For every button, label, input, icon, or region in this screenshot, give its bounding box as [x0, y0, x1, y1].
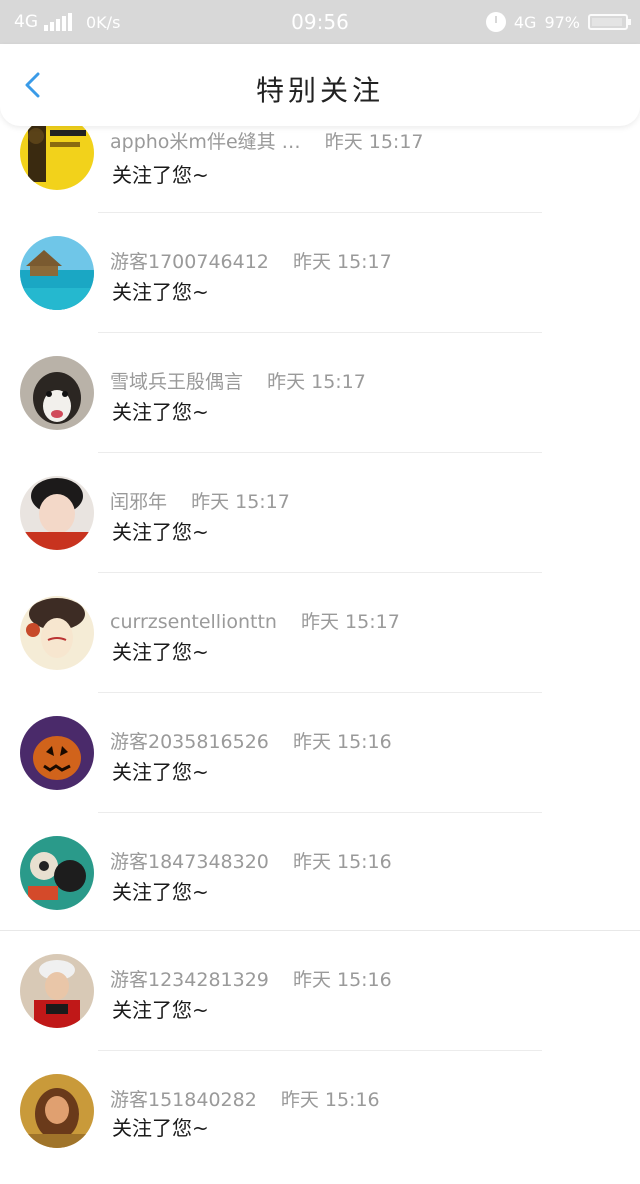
follow-time: 昨天 15:17: [191, 491, 290, 513]
item-meta: 游客1234281329 昨天 15:16: [110, 965, 392, 992]
list-item[interactable]: 雪域兵王殷偶言 昨天 15:17 关注了您~: [0, 344, 640, 464]
list-item[interactable]: 游客151840282 昨天 15:16 关注了您~: [0, 1064, 640, 1184]
divider: [98, 212, 542, 213]
item-meta: 游客2035816526 昨天 15:16: [110, 727, 392, 754]
follow-time: 昨天 15:16: [292, 969, 392, 991]
follow-time: 昨天 15:16: [292, 851, 392, 873]
item-message: 关注了您~: [112, 280, 209, 304]
follow-time: 昨天 15:17: [301, 611, 400, 633]
avatar[interactable]: [20, 716, 94, 790]
avatar[interactable]: [20, 116, 94, 190]
user-name[interactable]: 游客151840282: [110, 1089, 257, 1111]
avatar[interactable]: [20, 954, 94, 1028]
page-title: 特别关注: [255, 74, 384, 107]
list-item[interactable]: 游客1700746412 昨天 15:17 关注了您~: [0, 224, 640, 344]
item-message: 关注了您~: [112, 400, 209, 424]
item-message: 关注了您~: [112, 880, 209, 904]
divider: [98, 332, 542, 333]
item-meta: 游客1700746412 昨天 15:17: [110, 247, 392, 274]
divider: [98, 572, 542, 573]
list-item[interactable]: 闰邪年 昨天 15:17 关注了您~: [0, 464, 640, 584]
list-item[interactable]: 游客2035816526 昨天 15:16 关注了您~: [0, 704, 640, 824]
divider: [0, 930, 640, 931]
item-meta: appho米m伴e缝其 … 昨天 15:17: [110, 127, 424, 154]
avatar[interactable]: [20, 236, 94, 310]
divider: [98, 692, 542, 693]
user-name[interactable]: currzsentellionttn: [110, 611, 277, 633]
battery-percent: 97%: [544, 12, 580, 32]
avatar[interactable]: [20, 1074, 94, 1148]
item-message: 关注了您~: [112, 1116, 209, 1140]
top-nav-bar: 特别关注: [0, 44, 640, 126]
item-message: 关注了您~: [112, 163, 209, 187]
user-name[interactable]: 游客1234281329: [110, 969, 269, 991]
item-meta: currzsentellionttn 昨天 15:17: [110, 607, 400, 634]
follow-time: 昨天 15:16: [280, 1089, 380, 1111]
item-message: 关注了您~: [112, 760, 209, 784]
follow-time: 昨天 15:17: [267, 371, 366, 393]
user-name[interactable]: 闰邪年: [110, 491, 167, 513]
item-message: 关注了您~: [112, 640, 209, 664]
status-right: 4G 97%: [485, 0, 631, 44]
divider: [98, 812, 542, 813]
alarm-icon: [485, 12, 506, 32]
list-item[interactable]: 游客1847348320 昨天 15:16 关注了您~: [0, 824, 640, 944]
avatar[interactable]: [20, 596, 94, 670]
user-name[interactable]: 游客1700746412: [110, 251, 269, 273]
item-meta: 闰邪年 昨天 15:17: [110, 487, 290, 514]
user-name[interactable]: 雪域兵王殷偶言: [110, 371, 243, 393]
list-item[interactable]: currzsentellionttn 昨天 15:17 关注了您~: [0, 584, 640, 704]
item-meta: 雪域兵王殷偶言 昨天 15:17: [110, 367, 366, 394]
divider: [98, 1050, 542, 1051]
user-name[interactable]: appho米m伴e缝其 …: [110, 131, 301, 153]
user-name[interactable]: 游客1847348320: [110, 851, 269, 873]
divider: [98, 452, 542, 453]
follow-time: 昨天 15:17: [292, 251, 392, 273]
user-name[interactable]: 游客2035816526: [110, 731, 269, 753]
item-meta: 游客1847348320 昨天 15:16: [110, 847, 392, 874]
list-item[interactable]: 游客1234281329 昨天 15:16 关注了您~: [0, 944, 640, 1064]
item-meta: 游客151840282 昨天 15:16: [110, 1085, 380, 1112]
avatar[interactable]: [20, 836, 94, 910]
item-message: 关注了您~: [112, 520, 209, 544]
avatar[interactable]: [20, 476, 94, 550]
network-type-right: 4G: [513, 12, 537, 32]
follow-time: 昨天 15:16: [292, 731, 392, 753]
status-bar: 4G 0K/s 09:56 4G 97%: [0, 0, 640, 44]
avatar[interactable]: [20, 356, 94, 430]
item-message: 关注了您~: [112, 998, 209, 1022]
battery-icon: [588, 14, 631, 30]
follow-time: 昨天 15:17: [324, 131, 424, 153]
